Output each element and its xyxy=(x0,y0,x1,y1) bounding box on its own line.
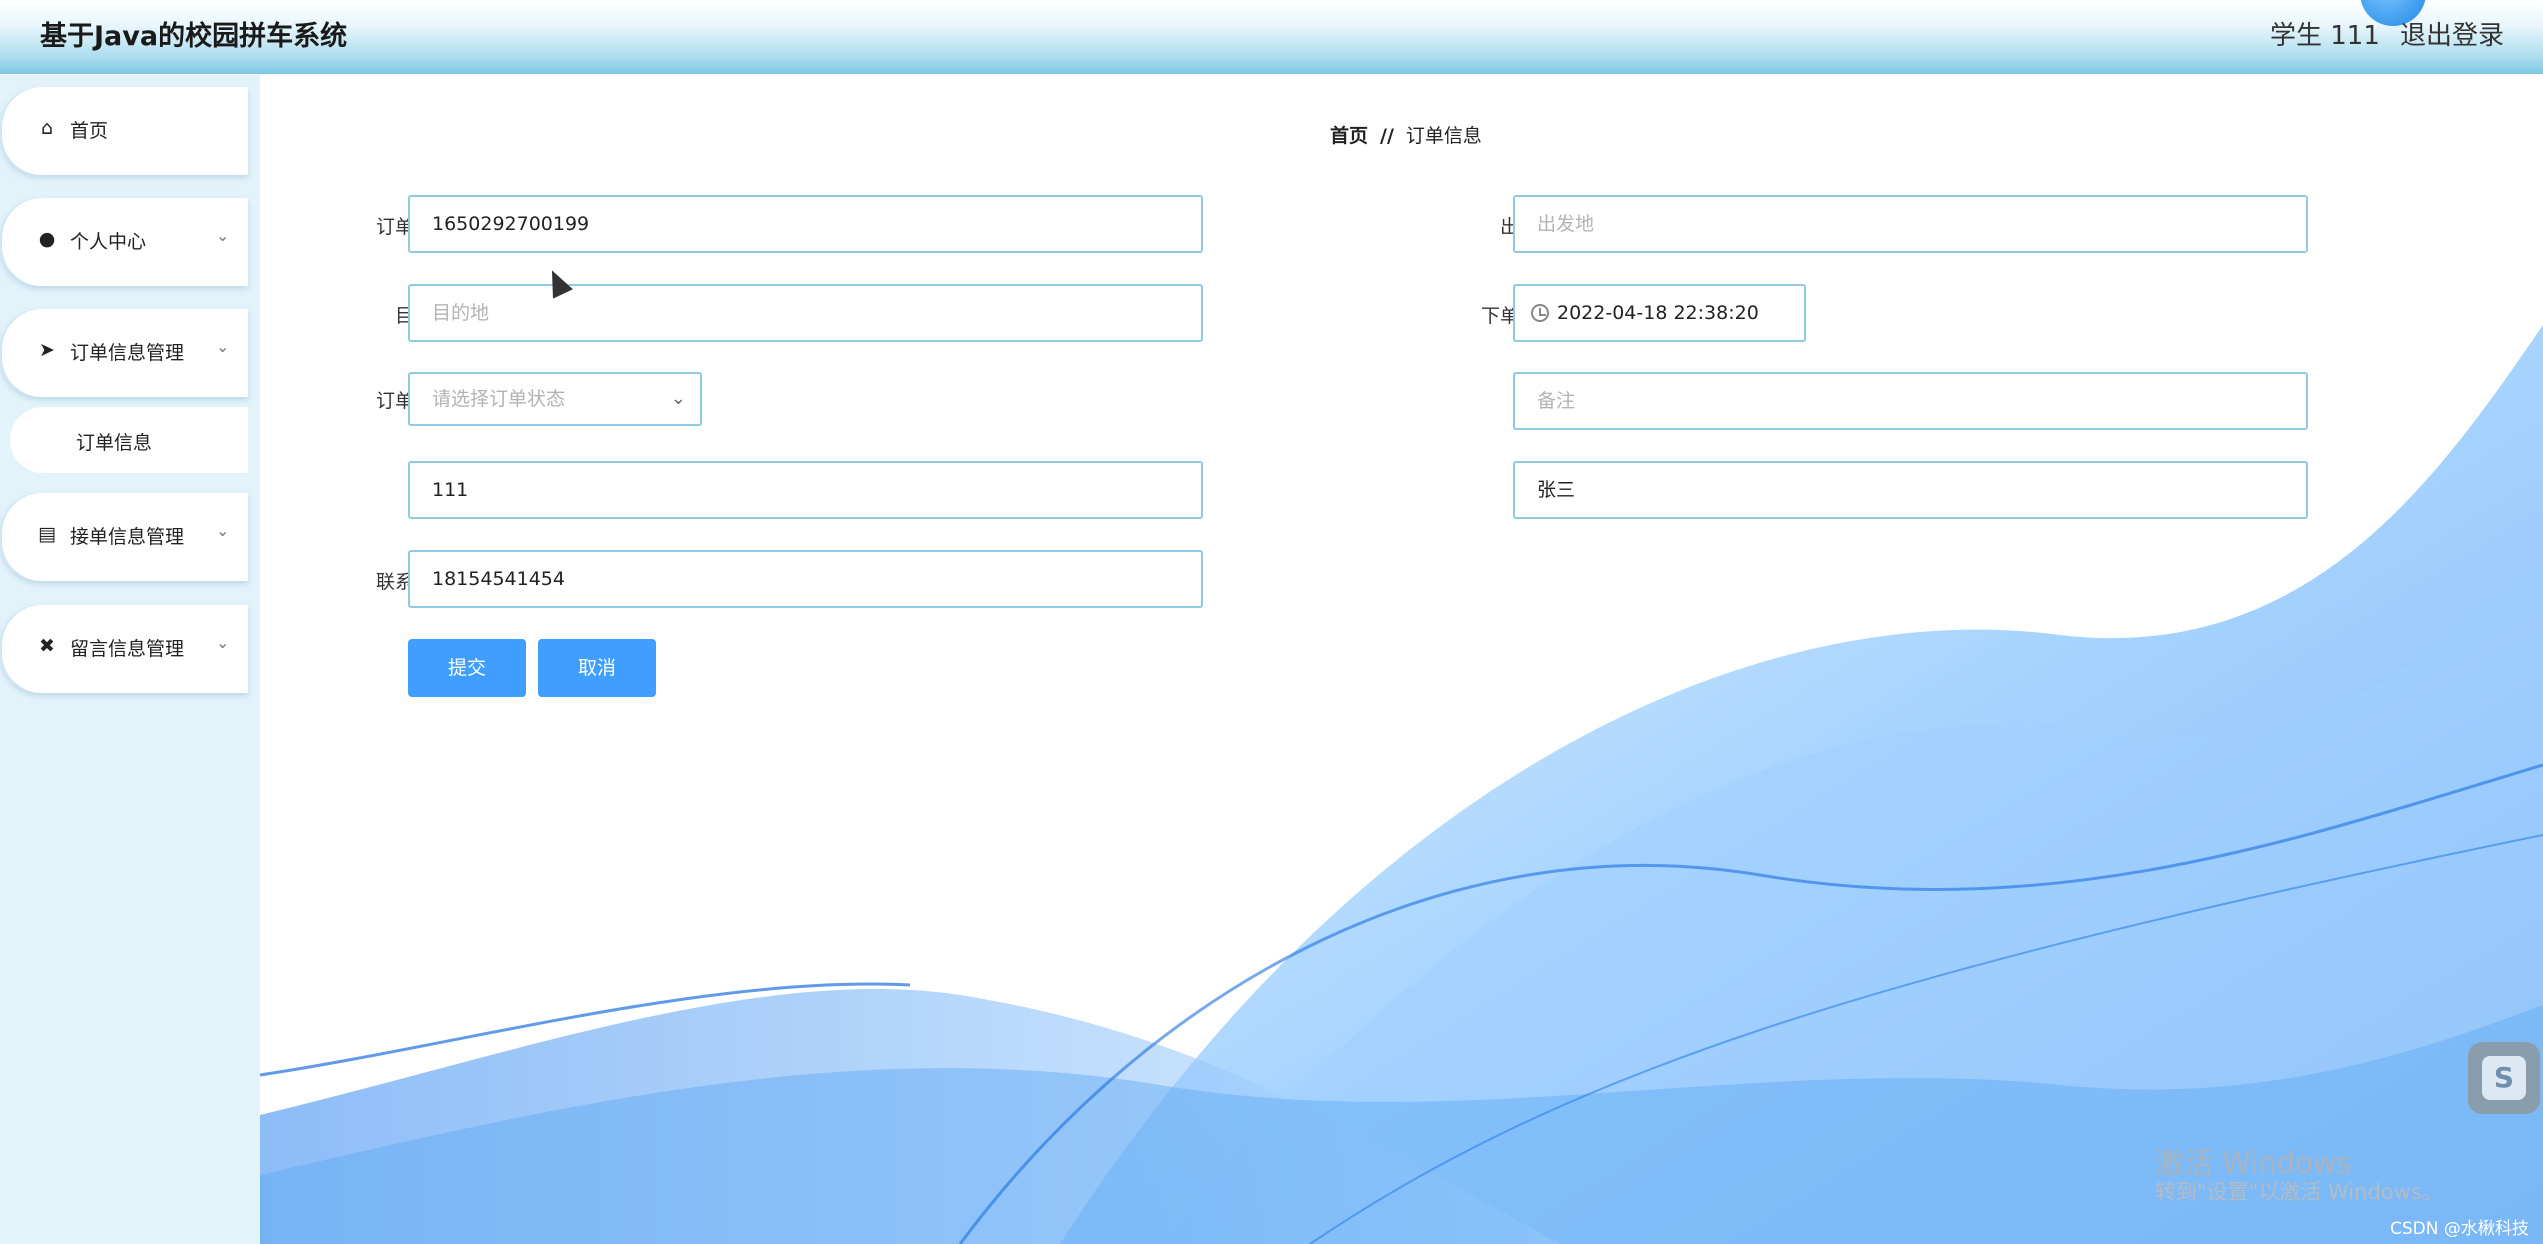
logout-link[interactable]: 退出登录 xyxy=(2400,15,2504,52)
departure-input[interactable]: 出发地 xyxy=(1513,195,2308,253)
clipboard-icon: ▤ xyxy=(38,523,56,545)
csdn-watermark: CSDN @水楸科技 xyxy=(2390,1219,2529,1239)
order-time-picker[interactable]: 2022-04-18 22:38:20 xyxy=(1513,284,1806,342)
chevron-down-icon: ⌄ xyxy=(216,337,230,356)
chevron-down-icon: ⌄ xyxy=(216,521,230,540)
sidebar: ⌂ 首页 ● 个人中心 ⌄ ➤ 订单信息管理 ⌄ 订单信息 ▤ 接单信息管理 ⌄… xyxy=(0,75,260,1244)
windows-watermark-subtitle: 转到"设置"以激活 Windows。 xyxy=(2155,1180,2443,1204)
home-icon: ⌂ xyxy=(40,117,54,139)
status-placeholder: 请选择订单状态 xyxy=(432,388,566,410)
breadcrumb-separator: // xyxy=(1380,125,1394,147)
cancel-button[interactable]: 取消 xyxy=(538,639,656,697)
assistant-icon: S xyxy=(2482,1056,2526,1100)
sidebar-item-order-management[interactable]: ➤ 订单信息管理 ⌄ xyxy=(0,309,248,397)
sidebar-item-accept-management[interactable]: ▤ 接单信息管理 ⌄ xyxy=(0,493,248,581)
sidebar-item-personal-center[interactable]: ● 个人中心 ⌄ xyxy=(0,198,248,286)
name-input[interactable]: 张三 xyxy=(1513,461,2308,519)
top-header: 基于Java的校园拼车系统 学生 111 退出登录 xyxy=(0,0,2543,74)
student-no-input[interactable]: 111 xyxy=(408,461,1203,519)
message-icon: ✖ xyxy=(39,635,55,657)
main-content: 首页//订单信息 订单编号 1650292700199 目的地 目的地 订单状态… xyxy=(260,75,2543,1244)
order-no-input[interactable]: 1650292700199 xyxy=(408,195,1203,253)
sidebar-subitem-order-info[interactable]: 订单信息 xyxy=(10,407,248,473)
remark-input[interactable]: 备注 xyxy=(1513,372,2308,430)
breadcrumb-home[interactable]: 首页 xyxy=(1330,125,1368,147)
sidebar-item-label: 接单信息管理 xyxy=(70,526,185,548)
breadcrumb-current: 订单信息 xyxy=(1405,125,1482,147)
app-title: 基于Java的校园拼车系统 xyxy=(40,21,348,52)
breadcrumb: 首页 // 订单信息 xyxy=(1330,121,1482,148)
send-icon: ➤ xyxy=(39,339,55,361)
sidebar-item-label: 留言信息管理 xyxy=(70,638,185,660)
sidebar-item-label: 个人中心 xyxy=(70,231,147,253)
chevron-down-icon: ⌄ xyxy=(216,226,230,245)
page: 基于Java的校园拼车系统 学生 111 退出登录 ⌂ 首页 ● 个人中心 ⌄ … xyxy=(0,0,2543,1244)
user-label: 学生 111 xyxy=(2270,21,2380,51)
user-icon: ● xyxy=(38,228,56,250)
phone-input[interactable]: 18154541454 xyxy=(408,550,1203,608)
clock-icon xyxy=(1531,304,1549,322)
status-select[interactable]: 请选择订单状态 ⌄ xyxy=(408,372,702,426)
sidebar-item-message-management[interactable]: ✖ 留言信息管理 ⌄ xyxy=(0,605,248,693)
sidebar-item-label: 首页 xyxy=(70,120,109,142)
chevron-down-icon: ⌄ xyxy=(216,633,230,652)
sidebar-item-label: 订单信息管理 xyxy=(70,342,185,364)
order-time-value: 2022-04-18 22:38:20 xyxy=(1557,302,1759,324)
sidebar-item-label: 订单信息 xyxy=(76,432,153,454)
chevron-down-icon: ⌄ xyxy=(670,388,686,409)
sidebar-item-home[interactable]: ⌂ 首页 xyxy=(0,87,248,175)
floating-assistant-button[interactable]: S xyxy=(2468,1042,2540,1114)
submit-button[interactable]: 提交 xyxy=(408,639,526,697)
destination-input[interactable]: 目的地 xyxy=(408,284,1203,342)
